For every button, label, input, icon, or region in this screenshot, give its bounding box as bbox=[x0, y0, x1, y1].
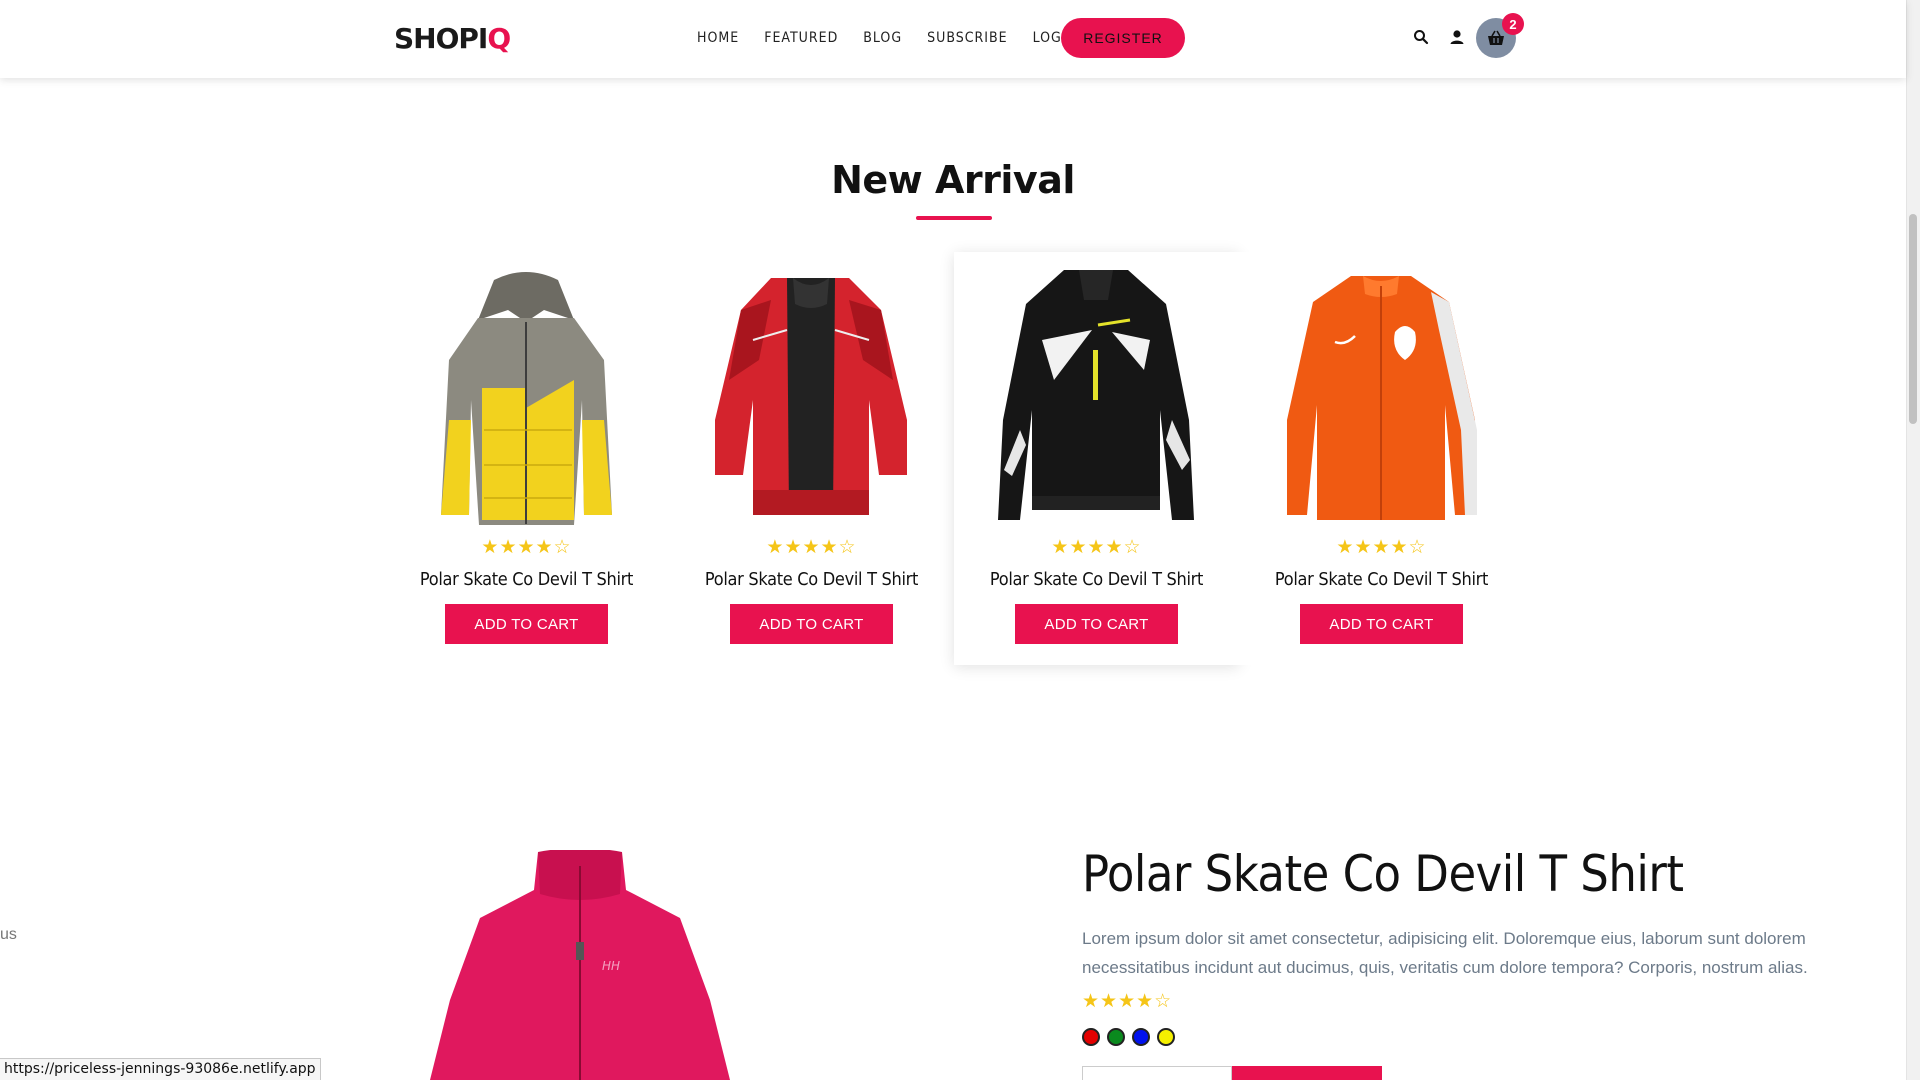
register-button[interactable]: REGISTER bbox=[1061, 18, 1185, 58]
product-image-orange-track-jacket[interactable] bbox=[1279, 270, 1484, 525]
color-swatches bbox=[1082, 1028, 1175, 1046]
rating-stars: ★★★★☆ bbox=[1051, 537, 1142, 558]
product-image-pink-fleece-jacket[interactable]: HH bbox=[430, 850, 730, 1080]
detail-rating-stars: ★★★★☆ bbox=[1082, 991, 1173, 1012]
rating-stars: ★★★★☆ bbox=[766, 537, 857, 558]
brand-logo[interactable]: SHOPIQ bbox=[394, 22, 511, 55]
navbar: SHOPIQ HOME FEATURED BLOG SUBSCRIBE LOGI… bbox=[0, 0, 1906, 78]
detail-product-description: Lorem ipsum dolor sit amet consectetur, … bbox=[1082, 929, 1808, 977]
product-name[interactable]: Polar Skate Co Devil T Shirt bbox=[1239, 569, 1524, 590]
section-title: New Arrival bbox=[831, 158, 1075, 202]
scrollbar-thumb[interactable] bbox=[1909, 214, 1917, 424]
page: SHOPIQ HOME FEATURED BLOG SUBSCRIBE LOGI… bbox=[0, 0, 1920, 1080]
add-to-cart-button[interactable]: ADD TO CART bbox=[1015, 604, 1178, 644]
product-name[interactable]: Polar Skate Co Devil T Shirt bbox=[384, 569, 669, 590]
product-name[interactable]: Polar Skate Co Devil T Shirt bbox=[669, 569, 954, 590]
nav-link-featured[interactable]: FEATURED bbox=[764, 30, 838, 46]
svg-text:HH: HH bbox=[602, 959, 620, 973]
add-to-cart-button[interactable]: ADD TO CART bbox=[445, 604, 608, 644]
title-underline bbox=[916, 216, 992, 220]
rating-stars: ★★★★☆ bbox=[481, 537, 572, 558]
detail-product-title: Polar Skate Co Devil T Shirt bbox=[1082, 845, 1684, 903]
product-image-red-ski-jacket[interactable] bbox=[709, 270, 914, 525]
color-swatch-green[interactable] bbox=[1107, 1028, 1125, 1046]
color-swatch-yellow[interactable] bbox=[1157, 1028, 1175, 1046]
product-name[interactable]: Polar Skate Co Devil T Shirt bbox=[954, 569, 1239, 590]
product-image-yellow-puffer-jacket[interactable] bbox=[424, 270, 629, 525]
user-icon[interactable] bbox=[1448, 28, 1466, 46]
nav-link-subscribe[interactable]: SUBSCRIBE bbox=[927, 30, 1007, 46]
rating-stars: ★★★★☆ bbox=[1336, 537, 1427, 558]
page-scrollbar[interactable] bbox=[1906, 0, 1920, 1080]
product-image-black-motocross-jacket[interactable] bbox=[994, 270, 1199, 525]
add-to-cart-button[interactable]: ADD TO CART bbox=[730, 604, 893, 644]
color-swatch-blue[interactable] bbox=[1132, 1028, 1150, 1046]
quantity-input[interactable] bbox=[1082, 1066, 1232, 1080]
carousel-edge-text: us bbox=[0, 926, 17, 943]
search-icon[interactable] bbox=[1412, 28, 1430, 46]
logo-text: SHOPI bbox=[394, 22, 488, 55]
color-swatch-red[interactable] bbox=[1082, 1028, 1100, 1046]
product-card: ★★★★☆ Polar Skate Co Devil T Shirt ADD T… bbox=[669, 252, 954, 665]
nav-menu: HOME FEATURED BLOG SUBSCRIBE LOGIN bbox=[697, 30, 1102, 46]
product-card: ★★★★☆ Polar Skate Co Devil T Shirt ADD T… bbox=[954, 252, 1239, 665]
cart-count-badge: 2 bbox=[1502, 13, 1524, 35]
link-status-bar: https://priceless-jennings-93086e.netlif… bbox=[0, 1058, 321, 1080]
logo-accent: Q bbox=[487, 22, 511, 55]
product-card: ★★★★☆ Polar Skate Co Devil T Shirt ADD T… bbox=[384, 252, 669, 665]
basket-icon bbox=[1488, 30, 1504, 45]
detail-add-to-cart-button[interactable] bbox=[1232, 1066, 1382, 1080]
add-to-cart-button[interactable]: ADD TO CART bbox=[1300, 604, 1463, 644]
nav-link-blog[interactable]: BLOG bbox=[863, 30, 902, 46]
nav-link-home[interactable]: HOME bbox=[697, 30, 739, 46]
product-card: ★★★★☆ Polar Skate Co Devil T Shirt ADD T… bbox=[1239, 252, 1524, 665]
